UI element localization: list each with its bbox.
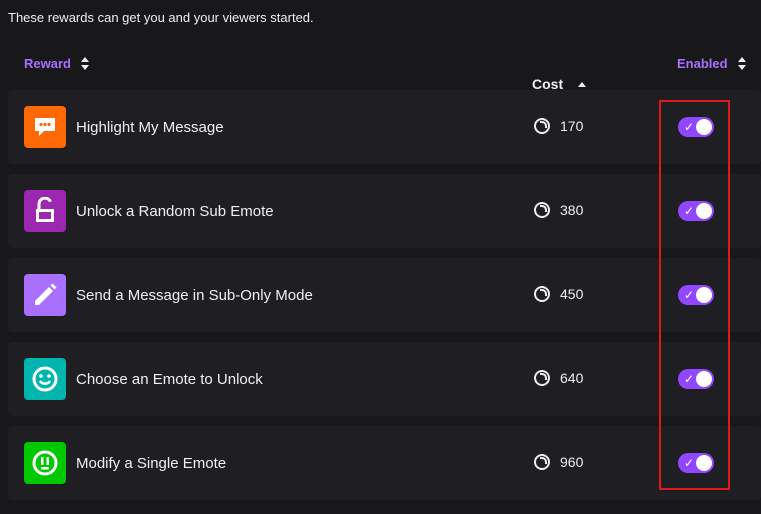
reward-row[interactable]: Send a Message in Sub-Only Mode 450 ✓ [8, 258, 761, 332]
rewards-table-header: Reward Cost Enabled [0, 48, 761, 92]
channel-points-icon [534, 370, 550, 386]
cost-value: 380 [560, 202, 584, 218]
cost-value: 640 [560, 370, 584, 386]
highlight-box [659, 100, 730, 490]
enabled-column-label: Enabled [677, 56, 728, 71]
sort-icon [80, 57, 89, 70]
sort-enabled-button[interactable]: Enabled [677, 56, 746, 71]
reward-cost: 380 [534, 202, 583, 218]
reward-row[interactable]: Choose an Emote to Unlock 640 ✓ [8, 342, 761, 416]
intro-text: These rewards can get you and your viewe… [8, 10, 314, 25]
cost-value: 450 [560, 286, 584, 302]
emote-modify-icon [24, 442, 66, 484]
unlock-icon [24, 190, 66, 232]
sort-reward-button[interactable]: Reward [24, 56, 89, 71]
reward-cost: 450 [534, 286, 583, 302]
pencil-icon [24, 274, 66, 316]
reward-row[interactable]: Highlight My Message 170 ✓ [8, 90, 761, 164]
reward-title: Choose an Emote to Unlock [76, 371, 263, 388]
cost-value: 960 [560, 454, 584, 470]
channel-points-icon [534, 202, 550, 218]
channel-points-icon [534, 286, 550, 302]
reward-title: Highlight My Message [76, 119, 224, 136]
chat-bubble-icon [24, 106, 66, 148]
sort-ascending-icon [578, 81, 587, 87]
channel-points-icon [534, 118, 550, 134]
sort-icon [737, 57, 746, 70]
reward-row[interactable]: Unlock a Random Sub Emote 380 ✓ [8, 174, 761, 248]
reward-title: Send a Message in Sub-Only Mode [76, 287, 313, 304]
smiley-icon [24, 358, 66, 400]
channel-points-icon [534, 454, 550, 470]
cost-value: 170 [560, 118, 584, 134]
reward-cost: 960 [534, 454, 583, 470]
reward-column-label: Reward [24, 56, 71, 71]
reward-cost: 640 [534, 370, 583, 386]
reward-title: Modify a Single Emote [76, 455, 227, 472]
reward-row[interactable]: Modify a Single Emote 960 ✓ [8, 426, 761, 500]
reward-title: Unlock a Random Sub Emote [76, 203, 274, 220]
reward-cost: 170 [534, 118, 583, 134]
